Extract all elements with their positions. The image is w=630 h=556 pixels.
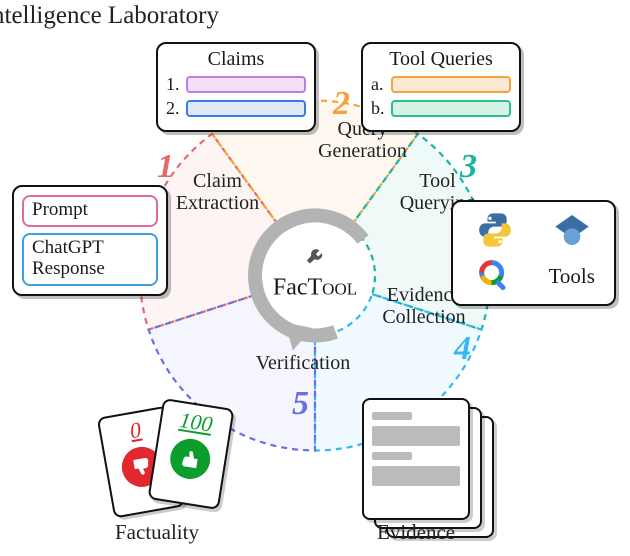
query-item: a.	[371, 74, 511, 95]
query-bar-icon	[391, 76, 511, 93]
prompt-chip: Prompt	[22, 195, 158, 227]
step-4-number: 4	[454, 330, 471, 368]
evidence-caption: Evidence	[377, 520, 455, 545]
claim-item: 1.	[166, 74, 306, 95]
wrench-icon	[304, 247, 326, 275]
response-chip: ChatGPT Response	[22, 233, 158, 286]
evidence-docs	[362, 398, 480, 508]
google-scholar-icon	[552, 210, 592, 250]
diagram-stage: ntelligence Laboratory FacTool 1 2 3 4 5…	[0, 0, 630, 556]
doc-icon	[362, 398, 470, 520]
factuality-good-card: 100	[147, 398, 234, 510]
step-5-label: Verification	[243, 352, 363, 374]
cutoff-text: ntelligence Laboratory	[0, 2, 219, 30]
google-search-icon	[475, 256, 515, 296]
center-label: FacTool	[273, 255, 357, 302]
tools-label: Tools	[549, 264, 595, 289]
claim-bar-icon	[186, 100, 306, 117]
thumbs-up-icon	[167, 436, 213, 482]
claim-index: 2.	[166, 98, 180, 119]
query-item: b.	[371, 98, 511, 119]
center-name: FacTool	[273, 275, 357, 301]
claim-index: 1.	[166, 74, 180, 95]
query-index: a.	[371, 74, 385, 95]
good-score: 100	[160, 404, 231, 440]
step-5-number: 5	[292, 385, 309, 423]
queries-box: Tool Queries a. b.	[361, 42, 521, 132]
queries-title: Tool Queries	[371, 48, 511, 71]
claim-bar-icon	[186, 76, 306, 93]
factuality-cards: 0 100	[105, 405, 235, 525]
claims-title: Claims	[166, 48, 306, 71]
factuality-caption: Factuality	[115, 520, 199, 545]
query-bar-icon	[391, 100, 511, 117]
query-index: b.	[371, 98, 385, 119]
step-1-label: Claim Extraction	[170, 170, 265, 214]
tools-box: Tools	[451, 200, 616, 306]
claim-item: 2.	[166, 98, 306, 119]
python-icon	[475, 210, 515, 250]
prompt-response-box: Prompt ChatGPT Response	[12, 185, 168, 296]
claims-box: Claims 1. 2.	[156, 42, 316, 132]
